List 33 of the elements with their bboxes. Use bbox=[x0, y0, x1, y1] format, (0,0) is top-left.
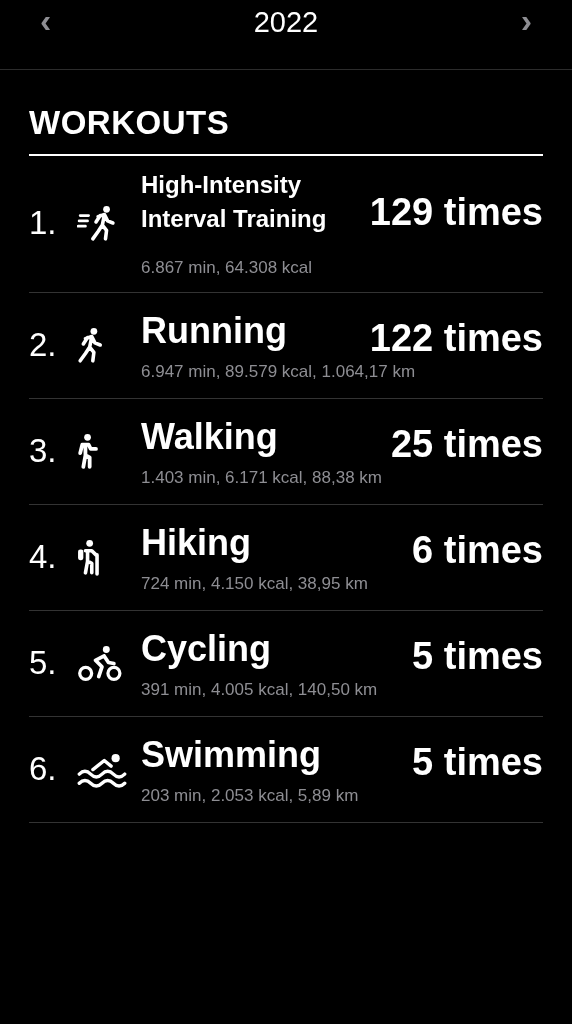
rank-number: 3. bbox=[29, 431, 58, 470]
rank-number: 1. bbox=[29, 204, 58, 242]
workout-name: Hiking bbox=[141, 522, 252, 564]
workout-stats: 1.403 min, 6.171 kcal, 88,38 km bbox=[141, 468, 383, 488]
workout-name: Running bbox=[141, 310, 288, 352]
running-person-icon bbox=[77, 204, 118, 242]
workout-stats: 391 min, 4.005 kcal, 140,50 km bbox=[141, 680, 379, 700]
hiker-icon bbox=[77, 537, 100, 576]
next-button[interactable]: › bbox=[514, 0, 538, 40]
walking-person-icon bbox=[77, 431, 100, 470]
rank-number: 6. bbox=[29, 749, 58, 788]
workout-count: 122 times bbox=[369, 317, 543, 360]
workout-count: 25 times bbox=[390, 423, 543, 466]
workout-name: Cycling bbox=[141, 628, 273, 670]
rank-number: 2. bbox=[29, 325, 58, 364]
workout-stats: 6.867 min, 64.308 kcal bbox=[141, 258, 314, 278]
workout-count: 129 times bbox=[369, 190, 543, 234]
workout-name: Swimming bbox=[141, 734, 323, 776]
rank-number: 4. bbox=[29, 537, 58, 576]
workout-count: 6 times bbox=[412, 529, 543, 572]
workout-stats: 203 min, 2.053 kcal, 5,89 km bbox=[141, 786, 360, 806]
workout-stats: 6.947 min, 89.579 kcal, 1.064,17 km bbox=[141, 362, 417, 382]
cyclist-icon bbox=[77, 643, 123, 682]
workout-stats: 724 min, 4.150 kcal, 38,95 km bbox=[141, 574, 369, 594]
previous-button[interactable]: ‹ bbox=[34, 0, 58, 40]
rank-number: 5. bbox=[29, 643, 58, 682]
workout-name: Walking bbox=[141, 416, 279, 458]
workout-count: 5 times bbox=[412, 635, 543, 678]
workout-name: High-Intensity Interval Training bbox=[141, 170, 328, 234]
running-person-icon bbox=[77, 325, 104, 364]
workout-count: 5 times bbox=[412, 741, 543, 784]
year-title: 2022 bbox=[253, 5, 319, 40]
section-title: WORKOUTS bbox=[29, 104, 543, 156]
